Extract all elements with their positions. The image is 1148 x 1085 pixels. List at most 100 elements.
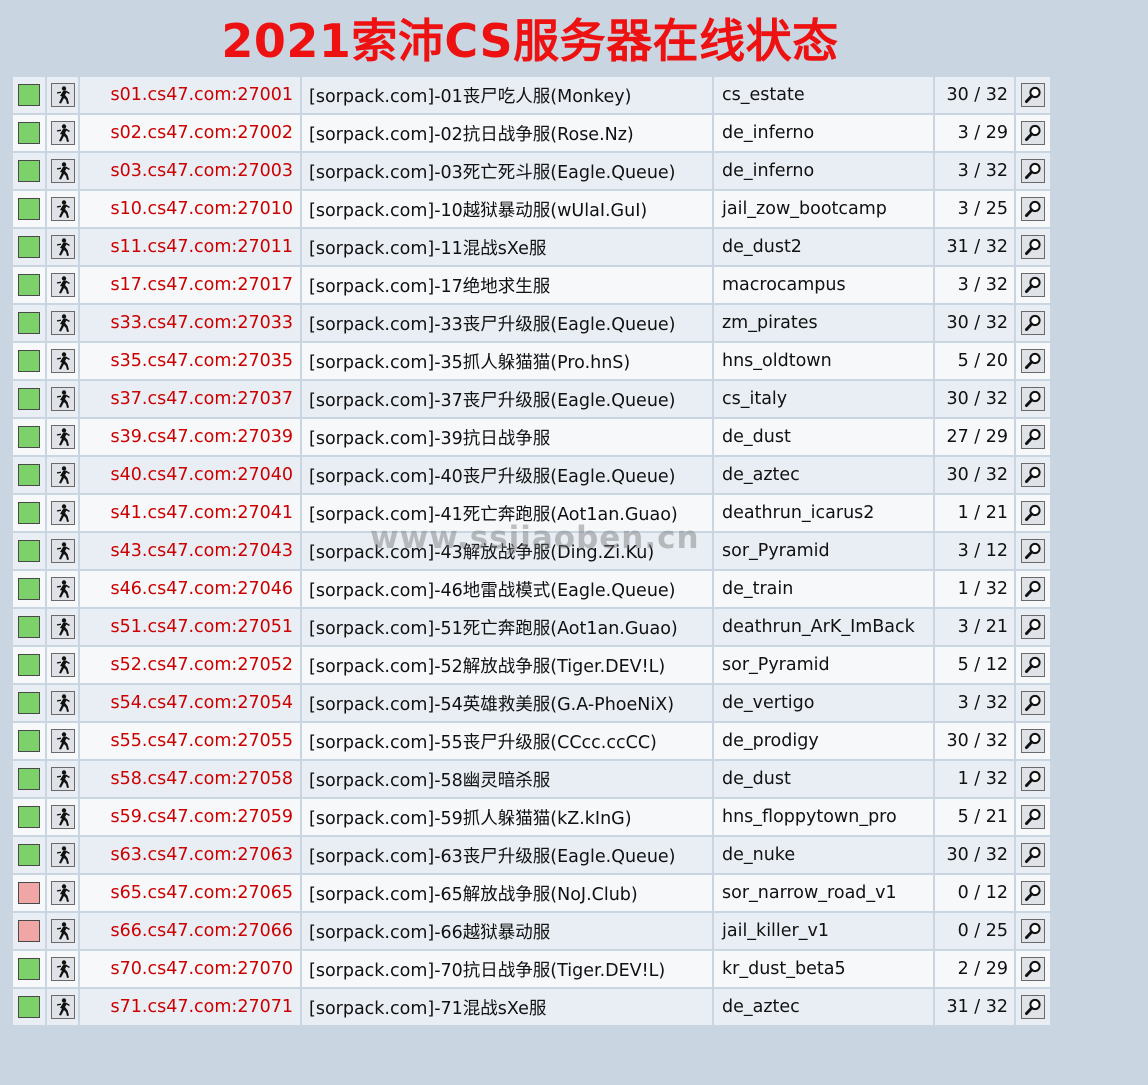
server-address[interactable]: s51.cs47.com:27051 bbox=[80, 609, 300, 645]
server-name: [sorpack.com]-55丧尸升级服(CCcc.ccCC) bbox=[302, 723, 712, 759]
status-square-icon bbox=[18, 198, 40, 220]
magnifier-icon[interactable] bbox=[1021, 83, 1045, 107]
server-address[interactable]: s39.cs47.com:27039 bbox=[80, 419, 300, 455]
server-row: s46.cs47.com:27046 [sorpack.com]-46地雷战模式… bbox=[13, 571, 1050, 607]
counter-strike-icon[interactable] bbox=[50, 539, 75, 563]
server-row: s55.cs47.com:27055 [sorpack.com]-55丧尸升级服… bbox=[13, 723, 1050, 759]
counter-strike-icon[interactable] bbox=[50, 83, 75, 107]
counter-strike-icon[interactable] bbox=[50, 767, 75, 791]
magnifier-icon[interactable] bbox=[1021, 805, 1045, 829]
counter-strike-icon[interactable] bbox=[50, 691, 75, 715]
server-name: [sorpack.com]-37丧尸升级服(Eagle.Queue) bbox=[302, 381, 712, 417]
server-address[interactable]: s43.cs47.com:27043 bbox=[80, 533, 300, 569]
magnifier-icon[interactable] bbox=[1021, 957, 1045, 981]
server-players: 31 / 32 bbox=[935, 989, 1014, 1025]
server-address[interactable]: s03.cs47.com:27003 bbox=[80, 153, 300, 189]
magnifier-icon[interactable] bbox=[1021, 995, 1045, 1019]
counter-strike-icon[interactable] bbox=[50, 159, 75, 183]
server-address[interactable]: s58.cs47.com:27058 bbox=[80, 761, 300, 797]
status-square-icon bbox=[18, 882, 40, 904]
magnifier-icon[interactable] bbox=[1021, 615, 1045, 639]
counter-strike-icon[interactable] bbox=[50, 577, 75, 601]
server-address[interactable]: s66.cs47.com:27066 bbox=[80, 913, 300, 949]
server-map: cs_italy bbox=[714, 381, 933, 417]
server-row: s43.cs47.com:27043 [sorpack.com]-43解放战争服… bbox=[13, 533, 1050, 569]
server-address[interactable]: s55.cs47.com:27055 bbox=[80, 723, 300, 759]
counter-strike-icon[interactable] bbox=[50, 387, 75, 411]
server-address[interactable]: s35.cs47.com:27035 bbox=[80, 343, 300, 379]
magnifier-icon[interactable] bbox=[1021, 387, 1045, 411]
server-address[interactable]: s41.cs47.com:27041 bbox=[80, 495, 300, 531]
magnifier-icon[interactable] bbox=[1021, 843, 1045, 867]
counter-strike-icon[interactable] bbox=[50, 501, 75, 525]
magnifier-icon[interactable] bbox=[1021, 501, 1045, 525]
server-name: [sorpack.com]-40丧尸升级服(Eagle.Queue) bbox=[302, 457, 712, 493]
server-address[interactable]: s10.cs47.com:27010 bbox=[80, 191, 300, 227]
counter-strike-icon[interactable] bbox=[50, 425, 75, 449]
counter-strike-icon[interactable] bbox=[50, 311, 75, 335]
server-address[interactable]: s02.cs47.com:27002 bbox=[80, 115, 300, 151]
server-name: [sorpack.com]-58幽灵暗杀服 bbox=[302, 761, 712, 797]
counter-strike-icon[interactable] bbox=[50, 919, 75, 943]
status-square-icon bbox=[18, 654, 40, 676]
server-row: s11.cs47.com:27011 [sorpack.com]-11混战sXe… bbox=[13, 229, 1050, 265]
server-address[interactable]: s65.cs47.com:27065 bbox=[80, 875, 300, 911]
magnifier-icon[interactable] bbox=[1021, 539, 1045, 563]
counter-strike-icon[interactable] bbox=[50, 995, 75, 1019]
server-address[interactable]: s33.cs47.com:27033 bbox=[80, 305, 300, 341]
counter-strike-icon[interactable] bbox=[50, 197, 75, 221]
magnifier-icon[interactable] bbox=[1021, 881, 1045, 905]
server-address[interactable]: s11.cs47.com:27011 bbox=[80, 229, 300, 265]
magnifier-icon[interactable] bbox=[1021, 235, 1045, 259]
server-address[interactable]: s40.cs47.com:27040 bbox=[80, 457, 300, 493]
magnifier-icon[interactable] bbox=[1021, 729, 1045, 753]
server-name: [sorpack.com]-02抗日战争服(Rose.Nz) bbox=[302, 115, 712, 151]
counter-strike-icon[interactable] bbox=[50, 805, 75, 829]
counter-strike-icon[interactable] bbox=[50, 349, 75, 373]
counter-strike-icon[interactable] bbox=[50, 653, 75, 677]
magnifier-icon[interactable] bbox=[1021, 919, 1045, 943]
magnifier-icon[interactable] bbox=[1021, 691, 1045, 715]
magnifier-icon[interactable] bbox=[1021, 425, 1045, 449]
magnifier-icon[interactable] bbox=[1021, 273, 1045, 297]
status-square-icon bbox=[18, 274, 40, 296]
server-address[interactable]: s01.cs47.com:27001 bbox=[80, 77, 300, 113]
magnifier-icon[interactable] bbox=[1021, 121, 1045, 145]
counter-strike-icon[interactable] bbox=[50, 957, 75, 981]
server-players: 30 / 32 bbox=[935, 837, 1014, 873]
magnifier-icon[interactable] bbox=[1021, 197, 1045, 221]
server-map: de_nuke bbox=[714, 837, 933, 873]
server-address[interactable]: s59.cs47.com:27059 bbox=[80, 799, 300, 835]
status-square-icon bbox=[18, 160, 40, 182]
magnifier-icon[interactable] bbox=[1021, 653, 1045, 677]
server-map: deathrun_ArK_ImBack bbox=[714, 609, 933, 645]
magnifier-icon[interactable] bbox=[1021, 159, 1045, 183]
server-map: jail_killer_v1 bbox=[714, 913, 933, 949]
magnifier-icon[interactable] bbox=[1021, 577, 1045, 601]
server-address[interactable]: s46.cs47.com:27046 bbox=[80, 571, 300, 607]
counter-strike-icon[interactable] bbox=[50, 273, 75, 297]
server-address[interactable]: s54.cs47.com:27054 bbox=[80, 685, 300, 721]
magnifier-icon[interactable] bbox=[1021, 311, 1045, 335]
server-row: s33.cs47.com:27033 [sorpack.com]-33丧尸升级服… bbox=[13, 305, 1050, 341]
counter-strike-icon[interactable] bbox=[50, 729, 75, 753]
server-address[interactable]: s71.cs47.com:27071 bbox=[80, 989, 300, 1025]
magnifier-icon[interactable] bbox=[1021, 767, 1045, 791]
server-address[interactable]: s63.cs47.com:27063 bbox=[80, 837, 300, 873]
server-name: [sorpack.com]-39抗日战争服 bbox=[302, 419, 712, 455]
server-address[interactable]: s52.cs47.com:27052 bbox=[80, 647, 300, 683]
counter-strike-icon[interactable] bbox=[50, 843, 75, 867]
counter-strike-icon[interactable] bbox=[50, 463, 75, 487]
server-map: zm_pirates bbox=[714, 305, 933, 341]
counter-strike-icon[interactable] bbox=[50, 881, 75, 905]
server-address[interactable]: s17.cs47.com:27017 bbox=[80, 267, 300, 303]
server-address[interactable]: s37.cs47.com:27037 bbox=[80, 381, 300, 417]
server-address[interactable]: s70.cs47.com:27070 bbox=[80, 951, 300, 987]
magnifier-icon[interactable] bbox=[1021, 463, 1045, 487]
magnifier-icon[interactable] bbox=[1021, 349, 1045, 373]
counter-strike-icon[interactable] bbox=[50, 121, 75, 145]
status-square-icon bbox=[18, 996, 40, 1018]
counter-strike-icon[interactable] bbox=[50, 615, 75, 639]
counter-strike-icon[interactable] bbox=[50, 235, 75, 259]
server-name: [sorpack.com]-63丧尸升级服(Eagle.Queue) bbox=[302, 837, 712, 873]
